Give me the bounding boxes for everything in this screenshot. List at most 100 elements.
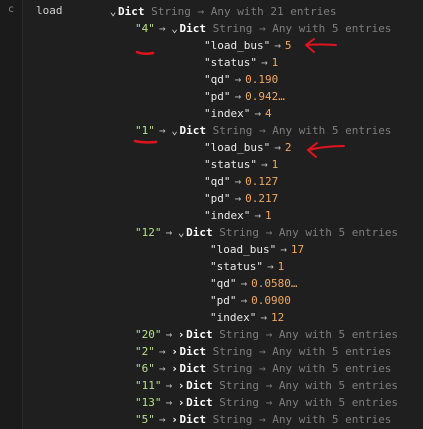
entry-row[interactable]: "6" → › Dict String → Any with 5 entries: [135, 361, 391, 377]
collapse-chevron-icon[interactable]: ›: [176, 378, 186, 394]
type-label: Dict: [179, 413, 207, 426]
arrow-icon: →: [234, 73, 242, 86]
arrow-icon: →: [254, 107, 261, 120]
gutter-label: c: [8, 4, 15, 15]
field-name: "pd": [204, 192, 231, 205]
arrow-icon: →: [274, 141, 281, 154]
type-label: Dict: [186, 379, 213, 392]
type-params: String → Any with 5 entries: [212, 413, 392, 426]
field-row[interactable]: "load_bus" → 2: [204, 140, 291, 156]
arrow-icon: →: [240, 294, 248, 307]
field-name: "load_bus": [204, 39, 271, 52]
field-value: 2: [284, 141, 292, 154]
field-name: "index": [204, 107, 251, 120]
collapse-chevron-icon[interactable]: ›: [170, 412, 180, 428]
entry-row[interactable]: "5" → › Dict String → Any with 5 entries: [135, 412, 391, 428]
expand-chevron-icon[interactable]: ⌄: [176, 225, 186, 241]
arrow-icon: →: [234, 192, 242, 205]
field-value: 1: [271, 56, 279, 69]
field-value: 0.190: [245, 73, 279, 86]
field-name: "index": [210, 311, 257, 324]
field-row[interactable]: "status" → 1: [210, 259, 284, 275]
entry-row[interactable]: "13" → › Dict String → Any with 5 entries: [135, 395, 398, 411]
expand-chevron-icon[interactable]: ⌄: [170, 21, 180, 37]
collapse-chevron-icon[interactable]: ›: [176, 395, 186, 411]
arrow-icon: →: [234, 175, 242, 188]
type-label: Dict: [179, 124, 207, 137]
field-row[interactable]: "status" → 1: [204, 157, 278, 173]
collapse-chevron-icon[interactable]: ›: [170, 344, 180, 360]
entry-key: "6": [135, 362, 155, 375]
entry-key: "4": [135, 22, 155, 35]
field-row[interactable]: "qd" → 0.127: [204, 174, 278, 190]
collapse-chevron-icon[interactable]: ›: [170, 361, 180, 377]
entry-row[interactable]: "11" → › Dict String → Any with 5 entries: [135, 378, 398, 394]
field-name: "load_bus": [204, 141, 271, 154]
field-row[interactable]: "qd" → 0.190: [204, 72, 278, 88]
entry-row[interactable]: "2" → › Dict String → Any with 5 entries: [135, 344, 391, 360]
field-value: 5: [284, 39, 292, 52]
gutter: c: [0, 0, 23, 429]
arrow-icon: →: [158, 362, 166, 375]
field-name: "index": [204, 209, 251, 222]
entry-key: "12": [135, 226, 162, 239]
field-row[interactable]: "pd" → 0.217: [204, 191, 278, 207]
arrow-mark-load-bus-5: [305, 38, 337, 53]
type-label: Dict: [179, 22, 207, 35]
type-label: Dict: [186, 328, 213, 341]
field-name: "status": [204, 158, 257, 171]
expand-chevron-icon[interactable]: ⌄: [108, 4, 118, 20]
arrow-icon: →: [260, 311, 267, 324]
type-label: Dict: [118, 5, 145, 18]
field-row[interactable]: "index" → 1: [204, 208, 272, 224]
field-value: 0.942…: [245, 90, 285, 103]
root-row[interactable]: ⌄ Dict String → Any with 21 entries: [108, 4, 337, 20]
arrow-icon: →: [260, 158, 268, 171]
type-params: String → Any with 5 entries: [219, 328, 399, 341]
field-row[interactable]: "pd" → 0.942…: [204, 89, 285, 105]
entry-key: "20": [135, 328, 162, 341]
field-value: 0.0580…: [251, 277, 298, 290]
field-row[interactable]: "pd" → 0.0900: [210, 293, 291, 309]
type-params: String → Any with 5 entries: [212, 22, 392, 35]
arrow-icon: →: [280, 243, 287, 256]
expand-chevron-icon[interactable]: ⌄: [170, 123, 180, 139]
type-params: String → Any with 5 entries: [212, 362, 392, 375]
entry-row[interactable]: "1" → ⌄ Dict String → Any with 5 entries: [135, 123, 391, 139]
arrow-icon: →: [158, 22, 166, 35]
arrow-icon: →: [274, 39, 281, 52]
type-params: String → Any with 21 entries: [151, 5, 337, 18]
field-value: 17: [290, 243, 305, 256]
field-row[interactable]: "load_bus" → 17: [210, 242, 304, 258]
arrow-icon: →: [240, 277, 248, 290]
type-label: Dict: [186, 226, 213, 239]
field-value: 0.127: [245, 175, 279, 188]
underline-mark-4: [135, 50, 155, 56]
variable-name: load: [36, 4, 63, 17]
field-row[interactable]: "qd" → 0.0580…: [210, 276, 297, 292]
underline-mark-1: [133, 139, 158, 144]
field-row[interactable]: "status" → 1: [204, 55, 278, 71]
field-value: 0.0900: [251, 294, 291, 307]
type-params: String → Any with 5 entries: [212, 345, 392, 358]
field-row[interactable]: "load_bus" → 5: [204, 38, 291, 54]
field-row[interactable]: "index" → 4: [204, 106, 272, 122]
entry-key: "13": [135, 396, 162, 409]
type-params: String → Any with 5 entries: [219, 379, 399, 392]
entry-row[interactable]: "20" → › Dict String → Any with 5 entries: [135, 327, 398, 343]
entry-row[interactable]: "4" → ⌄ Dict String → Any with 5 entries: [135, 21, 391, 37]
arrow-icon: →: [165, 396, 173, 409]
field-name: "qd": [204, 175, 231, 188]
arrow-icon: →: [234, 90, 242, 103]
field-row[interactable]: "index" → 12: [210, 310, 284, 326]
entry-key: "2": [135, 345, 155, 358]
field-name: "pd": [204, 90, 231, 103]
entry-row[interactable]: "12" → ⌄ Dict String → Any with 5 entries: [135, 225, 398, 241]
field-name: "status": [204, 56, 257, 69]
entry-key: "11": [135, 379, 162, 392]
arrow-icon: →: [266, 260, 274, 273]
field-value: 12: [270, 311, 285, 324]
field-value: 1: [264, 209, 272, 222]
arrow-icon: →: [165, 226, 173, 239]
collapse-chevron-icon[interactable]: ›: [176, 327, 186, 343]
